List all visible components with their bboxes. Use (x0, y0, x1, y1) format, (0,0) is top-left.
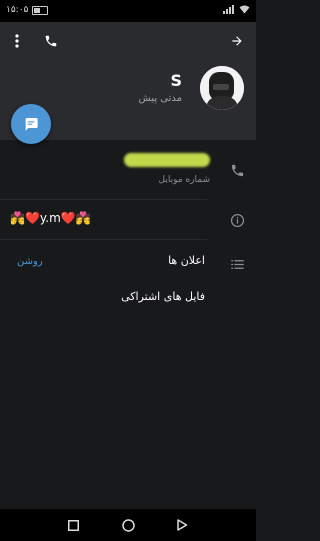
square-icon (67, 519, 79, 531)
bio-row[interactable]: 💏❤️y.m❤️💏 (0, 200, 256, 238)
status-left: ۱۵:۰۵ (6, 5, 49, 15)
send-message-button[interactable] (11, 104, 51, 144)
call-button[interactable] (37, 27, 65, 55)
arrow-right-icon (232, 36, 242, 46)
shared-files-row[interactable]: فایل های اشتراکی (0, 286, 256, 314)
recent-apps-button[interactable] (63, 515, 83, 535)
status-right (223, 5, 250, 14)
chat-icon (25, 118, 38, 131)
back-nav-button[interactable] (172, 515, 192, 535)
info-icon (230, 213, 244, 227)
shared-files-label: فایل های اشتراکی (121, 290, 205, 303)
wifi-icon (239, 5, 250, 14)
phone-icon (45, 35, 57, 47)
settings-row-icon (227, 254, 247, 274)
status-bar: ۱۵:۰۵ (0, 0, 256, 22)
bio-text: 💏❤️y.m❤️💏 (10, 211, 91, 225)
list-icon (230, 259, 244, 269)
status-time: ۱۵:۰۵ (6, 5, 29, 15)
profile-info-list: شماره موبایل 💏❤️y.m❤️💏 اعلان ها روشن فای… (0, 140, 256, 509)
phone-number-redacted (124, 153, 210, 167)
phone-icon (231, 164, 243, 176)
system-navigation-bar (0, 509, 256, 541)
divider (0, 239, 207, 240)
info-row-icon (227, 210, 247, 230)
notifications-value[interactable]: روشن (17, 256, 43, 267)
last-seen-status: مدتی پیش (138, 93, 182, 104)
battery-icon (32, 5, 49, 15)
circle-icon (121, 518, 135, 532)
triangle-back-icon (177, 519, 188, 531)
avatar[interactable] (200, 66, 244, 110)
more-button[interactable] (3, 27, 31, 55)
home-button[interactable] (118, 515, 138, 535)
notifications-label: اعلان ها (168, 254, 205, 267)
back-button[interactable] (223, 27, 251, 55)
avatar-image (200, 66, 244, 110)
top-action-bar (0, 22, 256, 60)
phone-label: شماره موبایل (158, 175, 210, 185)
notifications-row[interactable]: اعلان ها روشن (0, 250, 256, 278)
profile-name: S (170, 71, 182, 90)
phone-row[interactable]: شماره موبایل (0, 140, 256, 198)
signal-icon (223, 5, 234, 14)
more-vertical-icon (15, 34, 19, 48)
phone-row-icon (227, 160, 247, 180)
